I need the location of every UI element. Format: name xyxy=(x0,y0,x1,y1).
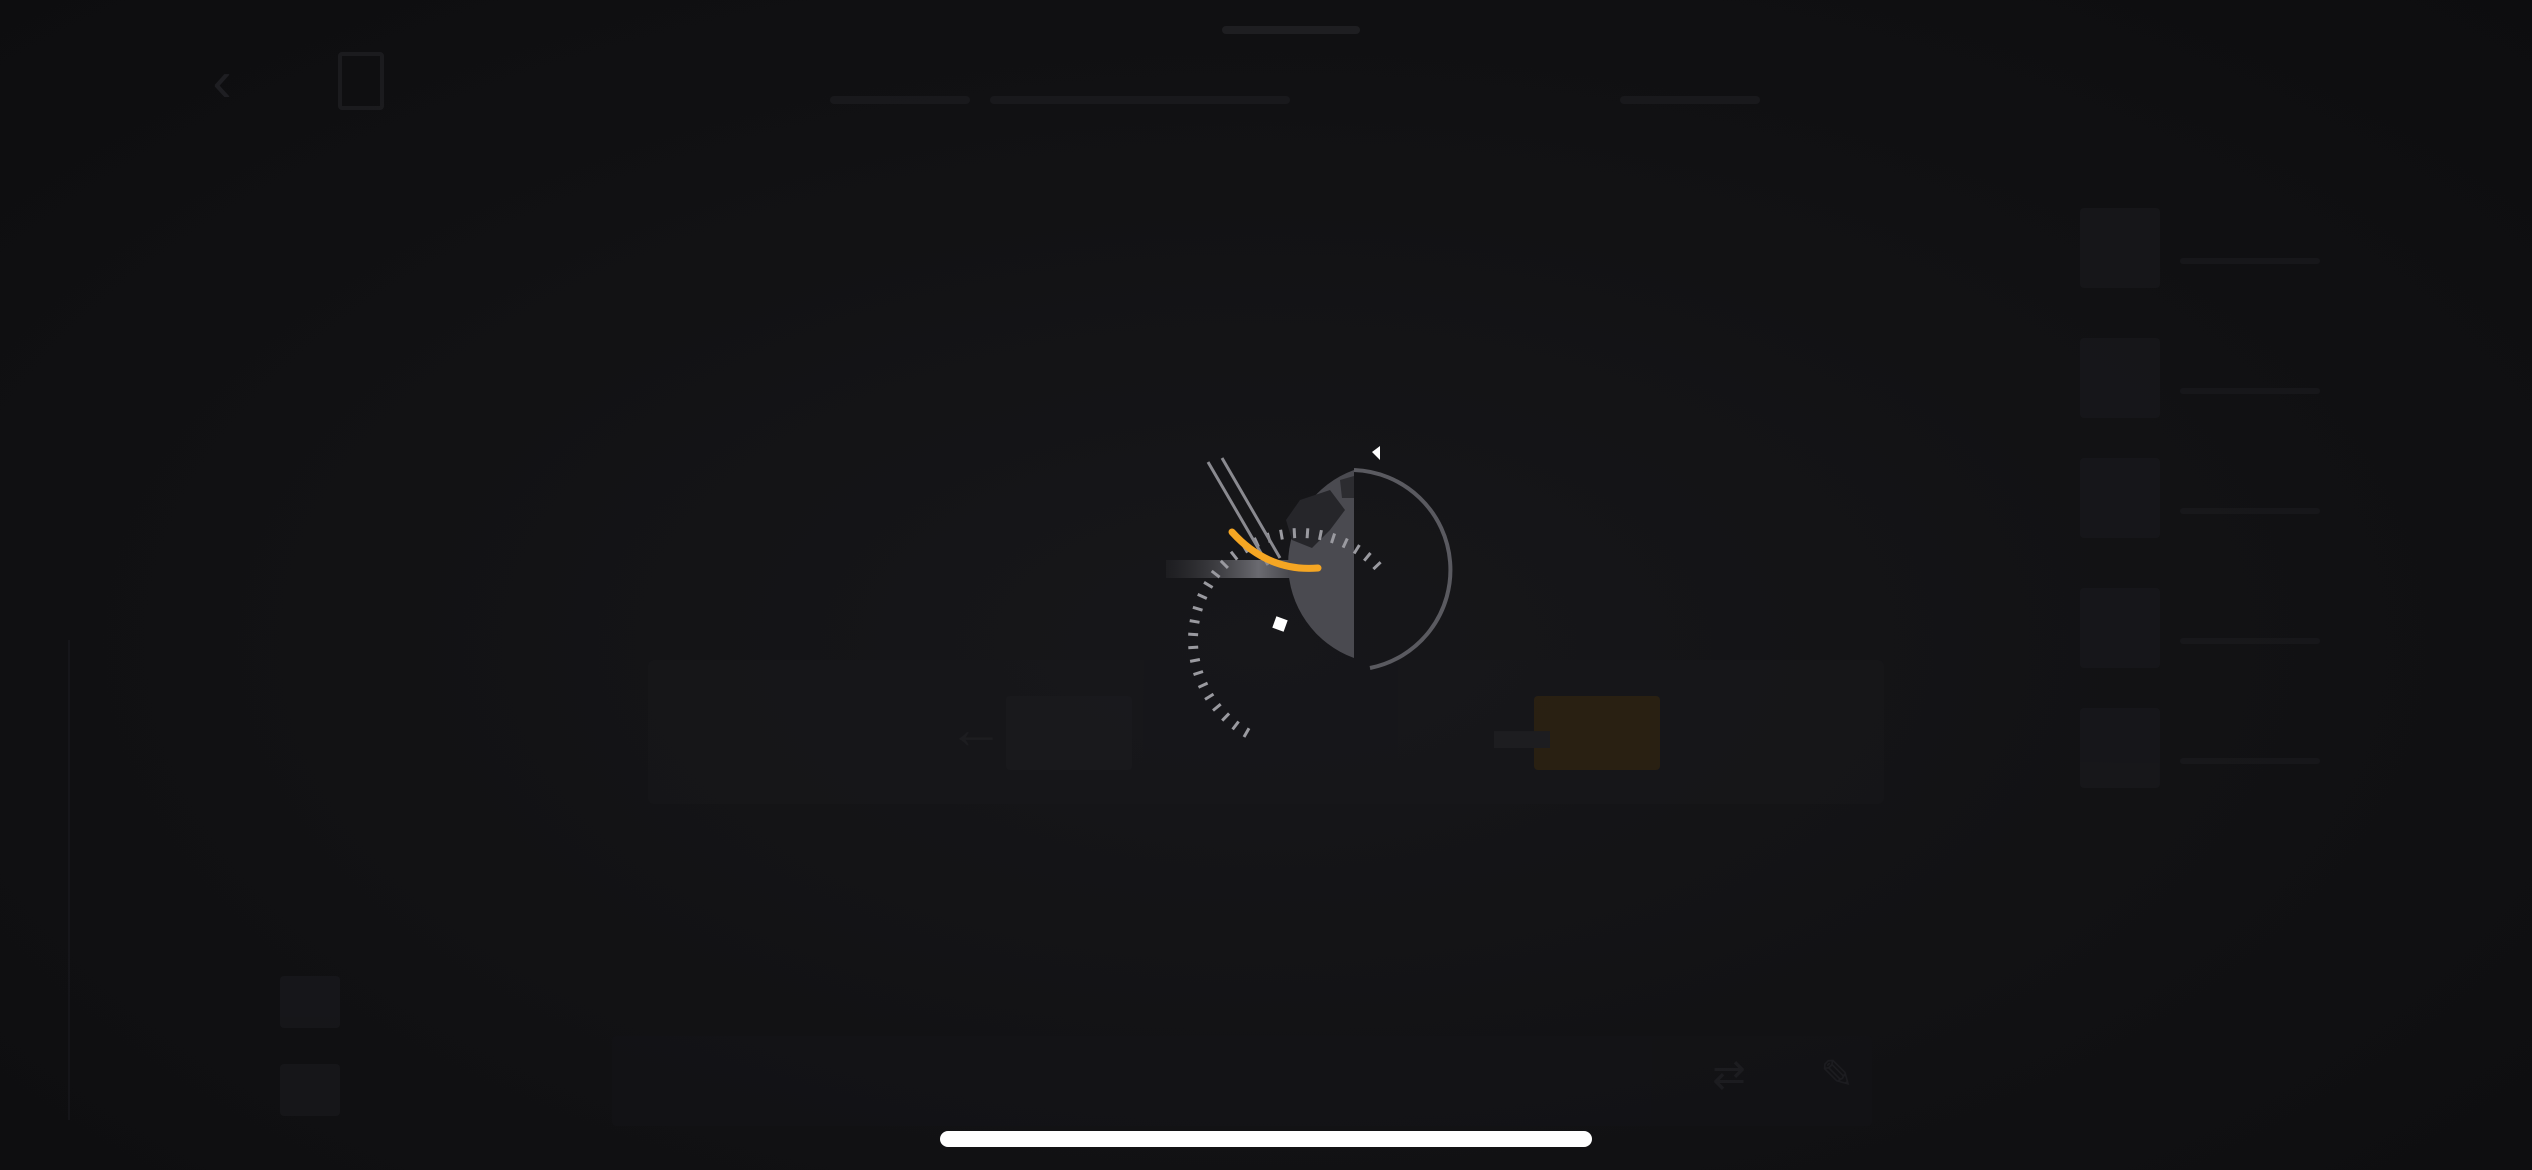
bottom-panel xyxy=(612,1036,1872,1126)
left-divider xyxy=(68,640,70,1120)
bookmark-button[interactable] xyxy=(338,52,384,110)
loadout-slot-1[interactable] xyxy=(2080,200,2340,300)
left-status-bar xyxy=(100,808,440,844)
left-list-item-1[interactable] xyxy=(280,976,340,1028)
top-tab-2[interactable] xyxy=(990,52,1290,152)
left-list-item-2[interactable] xyxy=(280,1064,340,1116)
top-drag-handle xyxy=(1222,26,1360,34)
loadout-slot-4[interactable] xyxy=(2080,580,2340,680)
swap-icon[interactable]: ⇄ xyxy=(1694,1052,1764,1112)
top-tab-3[interactable] xyxy=(1600,52,1780,152)
game-screen: ‹ ← ▬ ⇄ ✎ xyxy=(0,0,2532,1170)
dimmed-background-ui: ‹ ← ▬ ⇄ ✎ xyxy=(0,0,2532,1170)
left-arrow-icon[interactable]: ← xyxy=(948,696,1004,761)
home-indicator[interactable] xyxy=(940,1131,1592,1147)
currency-counter xyxy=(2050,50,2190,86)
edit-icon[interactable]: ✎ xyxy=(1802,1052,1872,1112)
back-button[interactable]: ‹ xyxy=(172,48,272,114)
loadout-slot-5[interactable] xyxy=(2080,700,2340,800)
panel-slot-right[interactable] xyxy=(1534,696,1660,770)
gun-icon: ▬ xyxy=(1494,697,1550,760)
chevron-left-icon: ‹ xyxy=(212,48,232,114)
loadout-slot-2[interactable] xyxy=(2080,330,2340,430)
weapon-panel: ← ▬ xyxy=(648,660,1884,804)
loadout-slot-3[interactable] xyxy=(2080,450,2340,550)
top-tab-1[interactable] xyxy=(810,52,990,152)
panel-slot-left[interactable] xyxy=(1006,696,1132,770)
